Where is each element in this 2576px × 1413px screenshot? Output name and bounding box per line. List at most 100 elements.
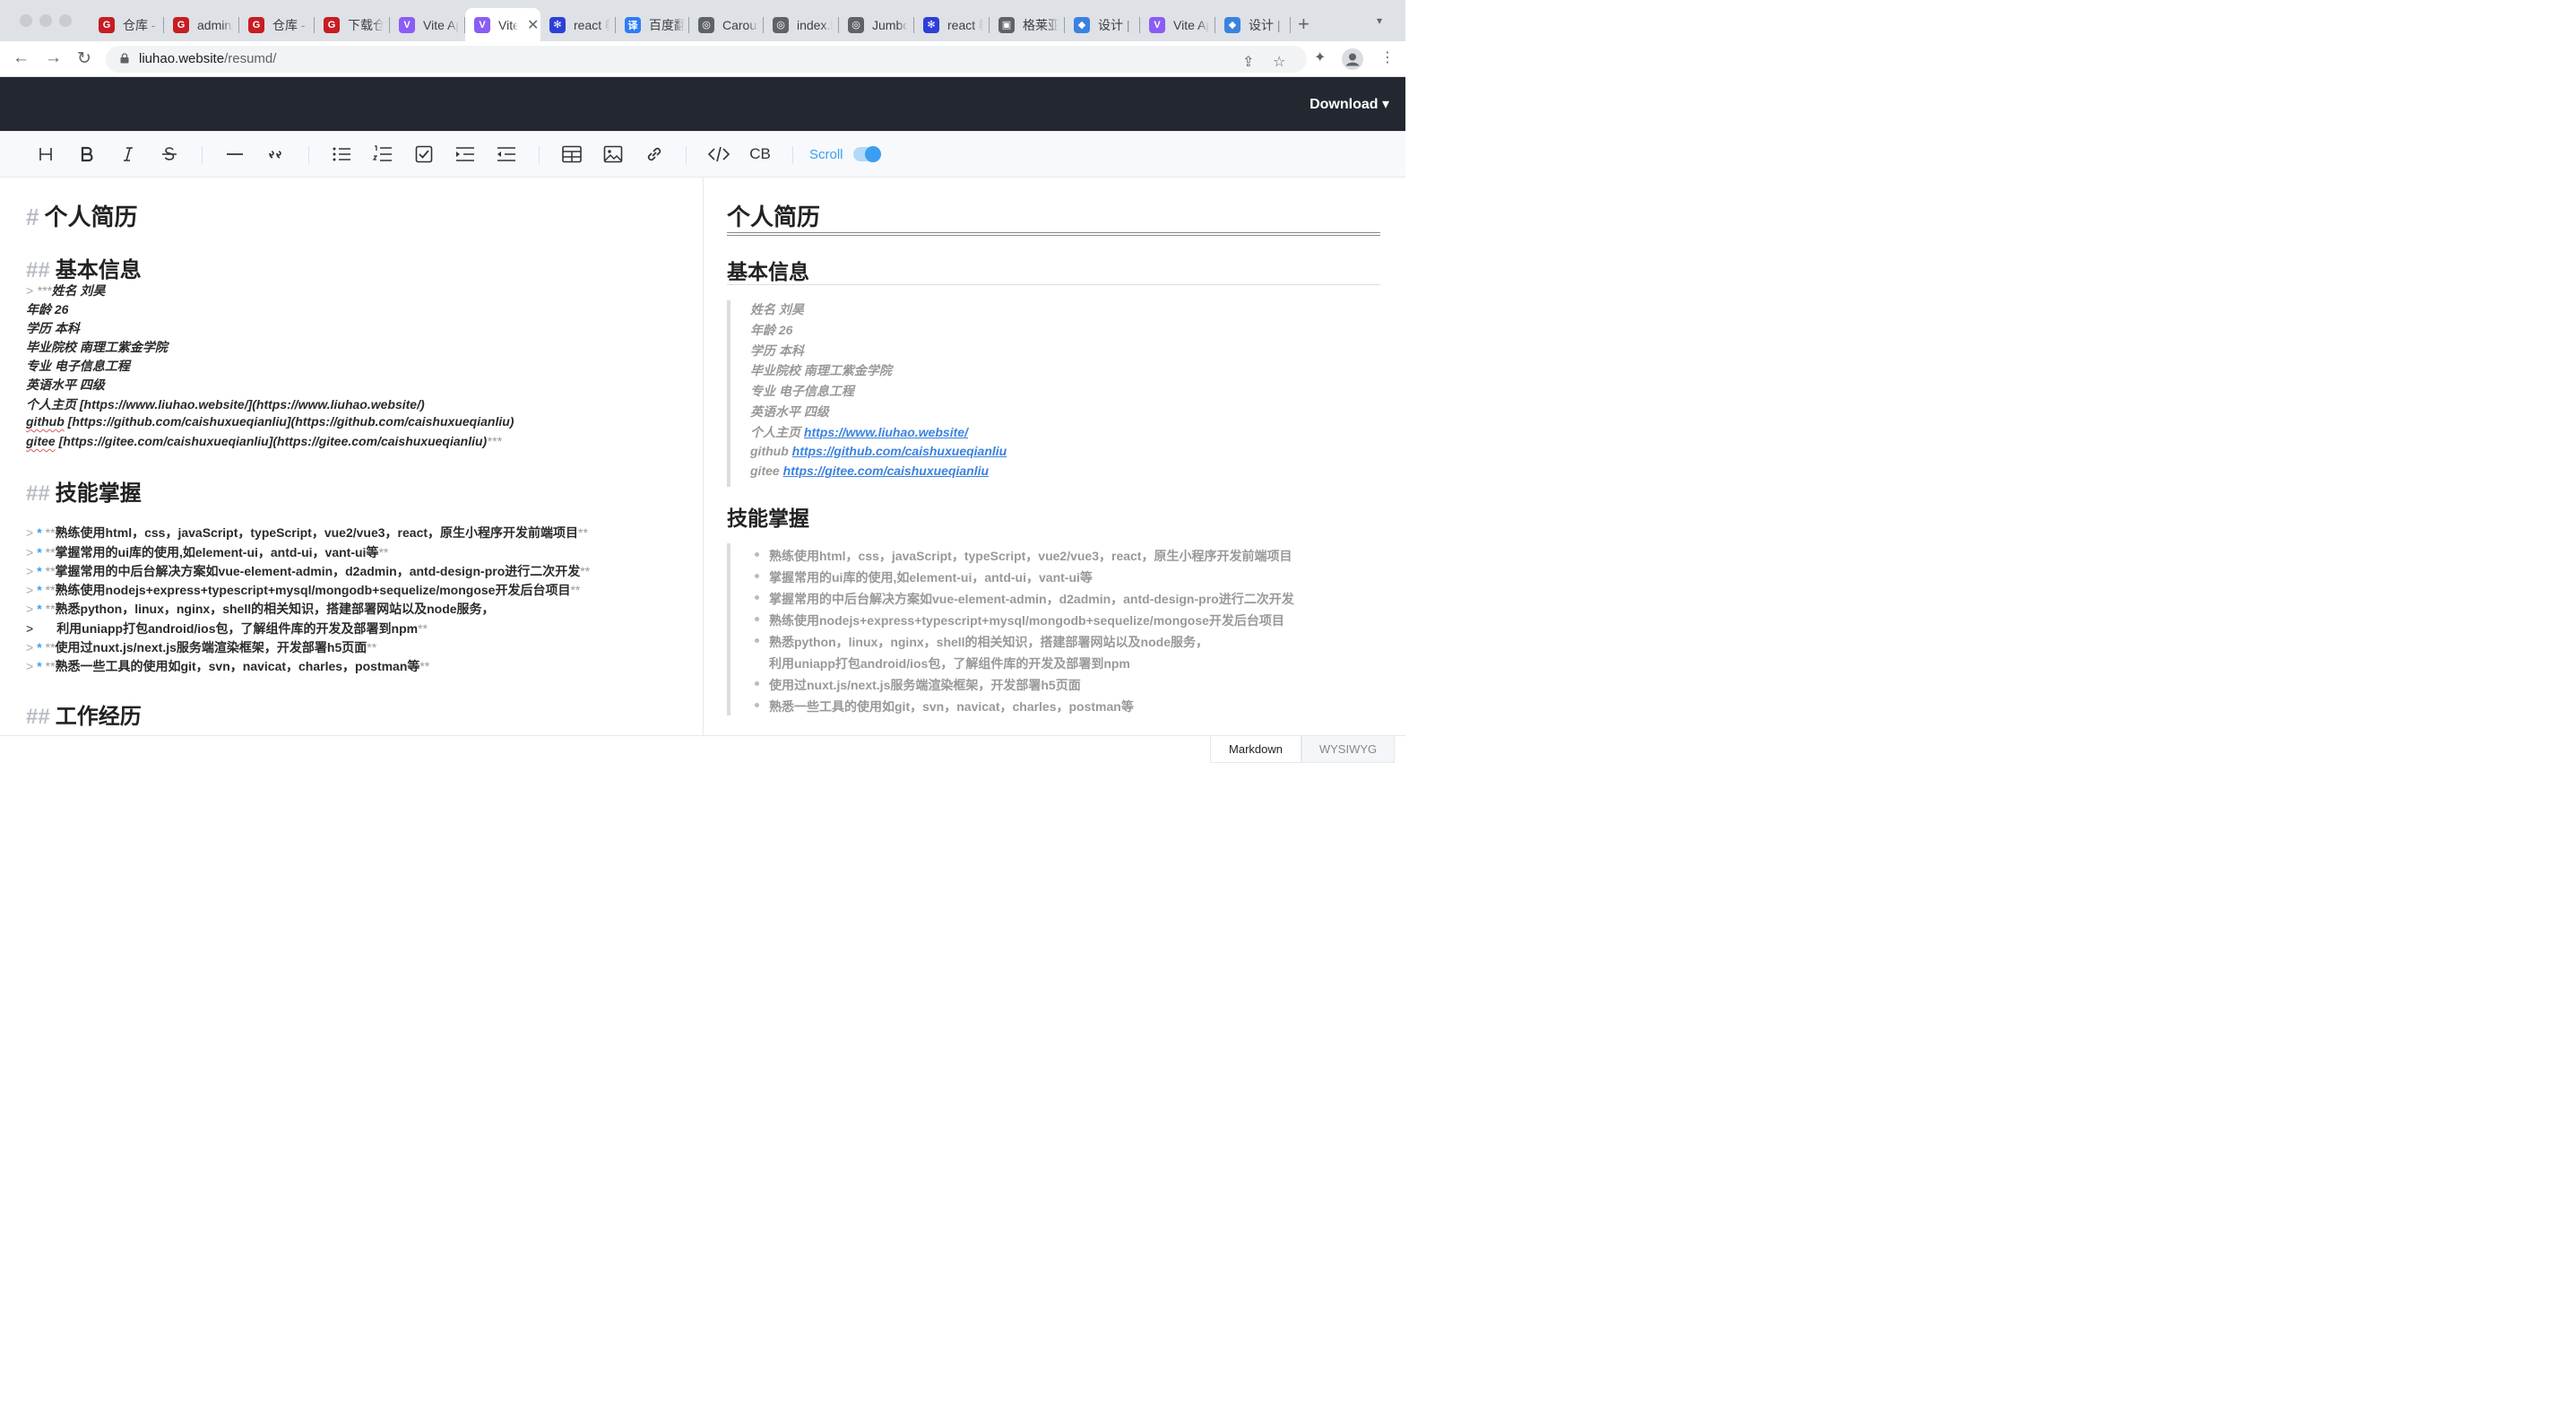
reload-icon[interactable]: ↻ <box>77 48 91 69</box>
profile-avatar-icon[interactable] <box>1342 48 1363 70</box>
quote-marker: > <box>26 640 34 654</box>
globe-icon: ◎ <box>848 16 864 33</box>
preview-skill-text: 熟悉一些工具的使用如git，svn，navicat，charles，postma… <box>769 699 1134 714</box>
preview-line-text: 专业 电子信息工程 <box>750 384 854 399</box>
baidu-icon: ✻ <box>549 16 566 33</box>
preview-basic-info-quote: 姓名 刘昊 年龄 26 学历 本科 毕业院校 南理工紫金学院 专业 电子信息工程 英语水平… <box>727 300 1380 487</box>
markdown-mode-tab[interactable]: Markdown <box>1210 736 1301 763</box>
task-checkbox-icon[interactable] <box>413 143 435 165</box>
italic-icon[interactable] <box>117 143 139 165</box>
bold-marker: ** <box>578 525 588 540</box>
strikethrough-icon[interactable] <box>159 143 180 165</box>
browser-tab[interactable]: ◆ 设计 | 即时设计 <box>1215 8 1291 41</box>
outdent-icon[interactable] <box>496 143 517 165</box>
tab-title: admin/vite <box>197 17 233 32</box>
bold-icon[interactable] <box>76 143 98 165</box>
browser-tab[interactable]: G 下载仓库 <box>315 8 390 41</box>
download-dropdown-button[interactable]: Download ▾ <box>1310 95 1389 113</box>
vite-icon: V <box>399 16 415 33</box>
md-basic-info-line: 年龄 26 <box>26 300 68 318</box>
md-heading-work: ## 工作经历 <box>26 705 142 729</box>
md-line-text: 专业 电子信息工程 <box>26 359 130 373</box>
blockquote-icon[interactable] <box>265 143 287 165</box>
md-skill-text: 熟练使用html，css，javaScript，typeScript，vue2/… <box>55 525 579 540</box>
spellcheck-word: gitee <box>26 434 56 448</box>
browser-tab[interactable]: 译百度翻译 <box>616 8 689 41</box>
tab-title: Carousel <box>722 17 758 32</box>
bookmark-star-icon[interactable]: ☆ <box>1273 53 1285 71</box>
md-basic-info-line: 学历 本科 <box>26 319 80 337</box>
browser-tab[interactable]: ◎ index.html <box>764 8 839 41</box>
scroll-sync-toggle[interactable] <box>853 146 881 162</box>
code-icon[interactable] <box>708 143 730 165</box>
quote-marker: > <box>26 583 34 597</box>
preview-link[interactable]: https://www.liuhao.website/ <box>804 425 968 439</box>
list-marker: * <box>37 640 42 654</box>
md-skill-item: > * **掌握常用的ui库的使用,如element-ui，antd-ui，vant… <box>26 543 388 561</box>
md-skill-item: > * **熟练使用html，css，javaScript，typeScript，v… <box>26 524 588 542</box>
preview-skill-text: 掌握常用的ui库的使用,如element-ui，antd-ui，vant-ui等 <box>769 570 1093 585</box>
browser-tab[interactable]: Gadmin/vite <box>164 8 239 41</box>
browser-tab[interactable]: G 仓库 - 码云 Gitee <box>90 8 164 41</box>
preview-basic-info-line: github https://github.com/caishuxueqianl… <box>750 444 1007 458</box>
browser-tab[interactable]: V Vite App <box>1140 8 1215 41</box>
link-icon[interactable] <box>644 143 665 165</box>
tab-search-chevron-icon[interactable]: ▾ <box>1377 14 1382 27</box>
address-bar[interactable]: liuhao.website/resumd/ ⇪ ☆ <box>106 46 1307 73</box>
wysiwyg-mode-tab[interactable]: WYSIWYG <box>1301 736 1395 763</box>
md-heading-skills: ## 技能掌握 <box>26 481 142 506</box>
share-icon[interactable]: ⇪ <box>1242 53 1254 71</box>
md-skill-text: 掌握常用的ui库的使用,如element-ui，antd-ui，vant-ui等 <box>55 545 379 559</box>
browser-tab[interactable]: ◎ Jumbotron <box>839 8 914 41</box>
toggle-knob <box>865 146 881 162</box>
browser-tab[interactable]: ◆ 设计 | 即时设计 <box>1065 8 1140 41</box>
browser-tab[interactable]: ▣ 格莱亚 <box>990 8 1065 41</box>
preview-heading-skills: 技能掌握 <box>727 507 809 530</box>
bullet-dot <box>755 595 759 600</box>
preview-basic-info-line: 毕业院校 南理工紫金学院 <box>750 361 892 379</box>
browser-tab[interactable]: V Vite App ✕ <box>465 8 540 41</box>
new-tab-button[interactable]: + <box>1298 13 1310 36</box>
forward-arrow-icon[interactable]: → <box>45 48 62 68</box>
preview-line-text: 年龄 26 <box>750 322 793 337</box>
md-skill-text: 熟悉python，linux，nginx，shell的相关知识，搭建部署网站以及… <box>55 602 495 616</box>
window-minimize-control[interactable] <box>39 14 52 27</box>
preview-line-text: 个人主页 <box>750 424 804 439</box>
preview-line-text: 学历 本科 <box>750 342 804 358</box>
md-skill-text: 熟悉一些工具的使用如git，svn，navicat，charles，postma… <box>55 659 420 673</box>
preview-link[interactable]: https://gitee.com/caishuxueqianliu <box>783 464 989 478</box>
md-line-text: github [https://github.com/caishuxueqian… <box>26 414 514 429</box>
list-marker: * <box>37 583 42 597</box>
indent-icon[interactable] <box>454 143 476 165</box>
tab-title: Jumbotron <box>872 17 908 32</box>
preview-skill-item: 熟练使用html，css，javaScript，typeScript，vue2/… <box>755 547 1292 565</box>
window-zoom-control[interactable] <box>59 14 72 27</box>
image-icon[interactable] <box>602 143 624 165</box>
browser-menu-icon[interactable]: ⋮ <box>1380 48 1395 66</box>
browser-tab[interactable]: ✻ react 教程 <box>540 8 616 41</box>
window-close-control[interactable] <box>20 14 32 27</box>
close-tab-icon[interactable]: ✕ <box>527 16 539 34</box>
markdown-editor[interactable]: # 个人简历 ## 基本信息 > ***姓名 刘昊 年龄 26 学历 本科 毕业院校 南理工… <box>0 178 703 735</box>
code-block-icon[interactable]: CB <box>748 143 772 165</box>
preview-link[interactable]: https://github.com/caishuxueqianliu <box>792 444 1007 458</box>
bold-marker: ** <box>419 659 430 673</box>
bullet-list-icon[interactable] <box>331 143 352 165</box>
tab-title: react 教程 <box>574 17 609 32</box>
quote-marker: > <box>26 564 34 578</box>
ordered-list-icon[interactable] <box>372 143 393 165</box>
gitee-icon: G <box>173 16 189 33</box>
heading-icon[interactable] <box>35 143 56 165</box>
md-basic-info-line: 英语水平 四级 <box>26 376 105 394</box>
browser-tab[interactable]: ✻ react 教程 <box>914 8 990 41</box>
browser-tab[interactable]: G 仓库 - 码云 <box>239 8 315 41</box>
md-skill-item: > * **熟悉一些工具的使用如git，svn，navicat，charles，po… <box>26 657 429 675</box>
browser-tab[interactable]: V Vite App <box>390 8 465 41</box>
extensions-puzzle-icon[interactable]: ✦ <box>1314 48 1326 66</box>
back-arrow-icon[interactable]: ← <box>13 48 30 68</box>
browser-tab[interactable]: ◎ Carousel <box>689 8 764 41</box>
horizontal-rule-icon[interactable] <box>224 143 246 165</box>
preview-heading-basic-info: 基本信息 <box>727 260 809 283</box>
browser-toolbar: ← → ↻ liuhao.website/resumd/ ⇪ ☆ ✦ ⋮ <box>0 41 1405 77</box>
table-icon[interactable] <box>561 143 583 165</box>
